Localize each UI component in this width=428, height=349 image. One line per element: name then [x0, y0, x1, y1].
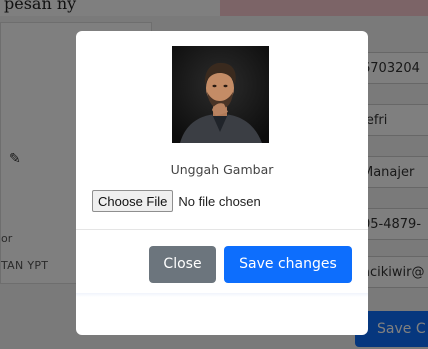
upload-modal: Unggah Gambar Choose File No file chosen…	[76, 31, 368, 335]
upload-image-label: Unggah Gambar	[170, 162, 274, 177]
modal-footer-shade	[76, 293, 368, 297]
profile-photo	[172, 46, 269, 143]
choose-file-button[interactable]: Choose File	[92, 190, 174, 212]
modal-footer-divider	[76, 229, 368, 230]
file-input[interactable]: Choose File No file chosen	[92, 189, 261, 213]
save-changes-button[interactable]: Save changes	[224, 246, 352, 283]
close-button[interactable]: Close	[149, 246, 216, 283]
file-status-text: No file chosen	[178, 193, 261, 209]
